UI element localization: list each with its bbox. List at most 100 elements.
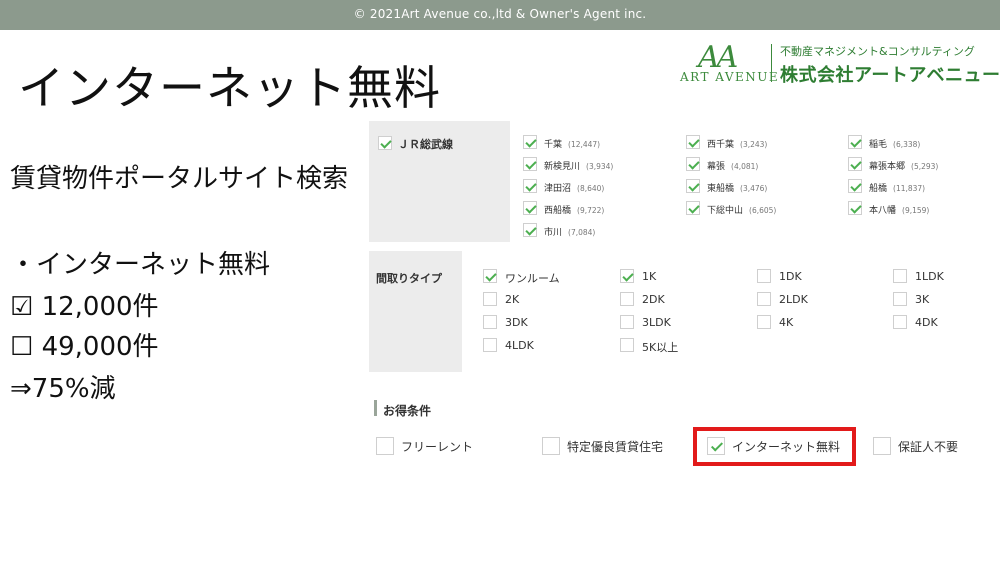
layout-option-label: 3DK (505, 316, 528, 329)
station-name: 千葉 (544, 140, 563, 150)
station-checkbox[interactable] (523, 135, 537, 149)
layout-option-label: 2K (505, 293, 520, 306)
copyright-bar: © 2021Art Avenue co.,ltd & Owner's Agent… (0, 0, 1000, 30)
layout-option-label: 4DK (915, 316, 938, 329)
station-count: (9,722) (577, 206, 605, 215)
layout-checkbox[interactable] (620, 269, 634, 283)
station-checkbox[interactable] (848, 201, 862, 215)
layout-option-label: 4K (779, 316, 794, 329)
layout-checkbox[interactable] (757, 292, 771, 306)
station-label: 幕張本郷 (5,293) (869, 159, 938, 172)
unchecked-count-line: ☐ 49,000件 (10, 332, 159, 362)
station-label: 幕張 (4,081) (707, 159, 758, 172)
station-label: 西船橋 (9,722) (544, 203, 604, 216)
layout-checkbox[interactable] (757, 315, 771, 329)
station-name: 津田沼 (544, 184, 572, 194)
station-count: (6,605) (749, 206, 777, 215)
station-label: 稲毛 (6,338) (869, 137, 920, 150)
company-logo: AA ART AVENUE 不動産マネジメント&コンサルティング 株式会社アート… (680, 40, 1000, 90)
deals-label: お得条件 (383, 404, 432, 418)
logo-company-name: 株式会社アートアベニュー (780, 65, 1000, 86)
station-name: 東船橋 (707, 184, 735, 194)
station-count: (7,084) (568, 228, 596, 237)
layout-option-label: 1K (642, 270, 657, 283)
layout-option-label: 4LDK (505, 339, 534, 352)
page-title: インターネット無料 (18, 61, 441, 115)
station-checkbox[interactable] (686, 179, 700, 193)
layout-checkbox[interactable] (483, 292, 497, 306)
slide-subtitle: 賃貸物件ポータルサイト検索 (10, 164, 349, 194)
station-label: 船橋 (11,837) (869, 181, 925, 194)
station-count: (3,243) (740, 140, 768, 149)
bullet-internet-free: ・インターネット無料 (10, 250, 271, 280)
station-checkbox[interactable] (523, 179, 537, 193)
reduction-result: ⇒75%減 (10, 374, 116, 404)
station-checkbox[interactable] (523, 223, 537, 237)
deal-checkbox[interactable] (873, 437, 891, 455)
layout-option-label: 1DK (779, 270, 802, 283)
deal-option-label: 特定優良賃貸住宅 (567, 440, 664, 454)
station-count: (12,447) (568, 140, 601, 149)
station-name: 市川 (544, 228, 563, 238)
layout-checkbox[interactable] (893, 292, 907, 306)
station-count: (11,837) (893, 184, 926, 193)
station-label: 西千葉 (3,243) (707, 137, 767, 150)
layout-option-label: 3K (915, 293, 930, 306)
deal-checkbox[interactable] (542, 437, 560, 455)
station-label: 市川 (7,084) (544, 225, 595, 238)
deal-option-label: 保証人不要 (898, 440, 959, 454)
layout-checkbox[interactable] (620, 315, 634, 329)
layout-option-label: 5K以上 (642, 341, 679, 354)
layout-checkbox[interactable] (757, 269, 771, 283)
logo-tagline: 不動産マネジメント&コンサルティング (780, 45, 975, 58)
station-checkbox[interactable] (523, 201, 537, 215)
station-count: (3,476) (740, 184, 768, 193)
line-label: ＪＲ総武線 (398, 138, 453, 151)
station-label: 新検見川 (3,934) (544, 159, 613, 172)
station-checkbox[interactable] (686, 135, 700, 149)
art-avenue-wordmark: ART AVENUE (680, 70, 780, 84)
station-checkbox[interactable] (523, 157, 537, 171)
layout-checkbox[interactable] (620, 292, 634, 306)
station-label: 津田沼 (8,640) (544, 181, 604, 194)
copyright-text: © 2021Art Avenue co.,ltd & Owner's Agent… (353, 7, 647, 21)
layout-checkbox[interactable] (620, 338, 634, 352)
station-name: 下総中山 (707, 206, 744, 216)
station-name: 新検見川 (544, 162, 581, 172)
layout-label: 間取りタイプ (376, 272, 442, 285)
station-name: 西船橋 (544, 206, 572, 216)
layout-option-label: 2LDK (779, 293, 808, 306)
internet-free-highlight (693, 427, 856, 466)
station-checkbox[interactable] (848, 157, 862, 171)
station-label: 東船橋 (3,476) (707, 181, 767, 194)
station-label: 千葉 (12,447) (544, 137, 600, 150)
station-checkbox[interactable] (848, 135, 862, 149)
station-name: 本八幡 (869, 206, 897, 216)
station-count: (3,934) (586, 162, 614, 171)
station-count: (9,159) (902, 206, 930, 215)
station-count: (8,640) (577, 184, 605, 193)
checked-count-line: ☑ 12,000件 (10, 292, 159, 322)
station-name: 幕張 (707, 162, 726, 172)
station-count: (6,338) (893, 140, 921, 149)
layout-checkbox[interactable] (893, 315, 907, 329)
layout-checkbox[interactable] (483, 269, 497, 283)
station-name: 船橋 (869, 184, 888, 194)
deal-option-label: フリーレント (401, 440, 474, 454)
layout-checkbox[interactable] (483, 338, 497, 352)
logo-divider (771, 44, 772, 82)
station-name: 幕張本郷 (869, 162, 906, 172)
layout-checkbox[interactable] (893, 269, 907, 283)
station-checkbox[interactable] (848, 179, 862, 193)
deal-checkbox[interactable] (376, 437, 394, 455)
station-checkbox[interactable] (686, 201, 700, 215)
layout-checkbox[interactable] (483, 315, 497, 329)
station-checkbox[interactable] (686, 157, 700, 171)
layout-option-label: 3LDK (642, 316, 671, 329)
station-label: 下総中山 (6,605) (707, 203, 776, 216)
station-label: 本八幡 (9,159) (869, 203, 929, 216)
line-checkbox[interactable] (378, 136, 392, 150)
layout-option-label: ワンルーム (505, 272, 560, 285)
station-name: 西千葉 (707, 140, 735, 150)
layout-option-label: 2DK (642, 293, 665, 306)
